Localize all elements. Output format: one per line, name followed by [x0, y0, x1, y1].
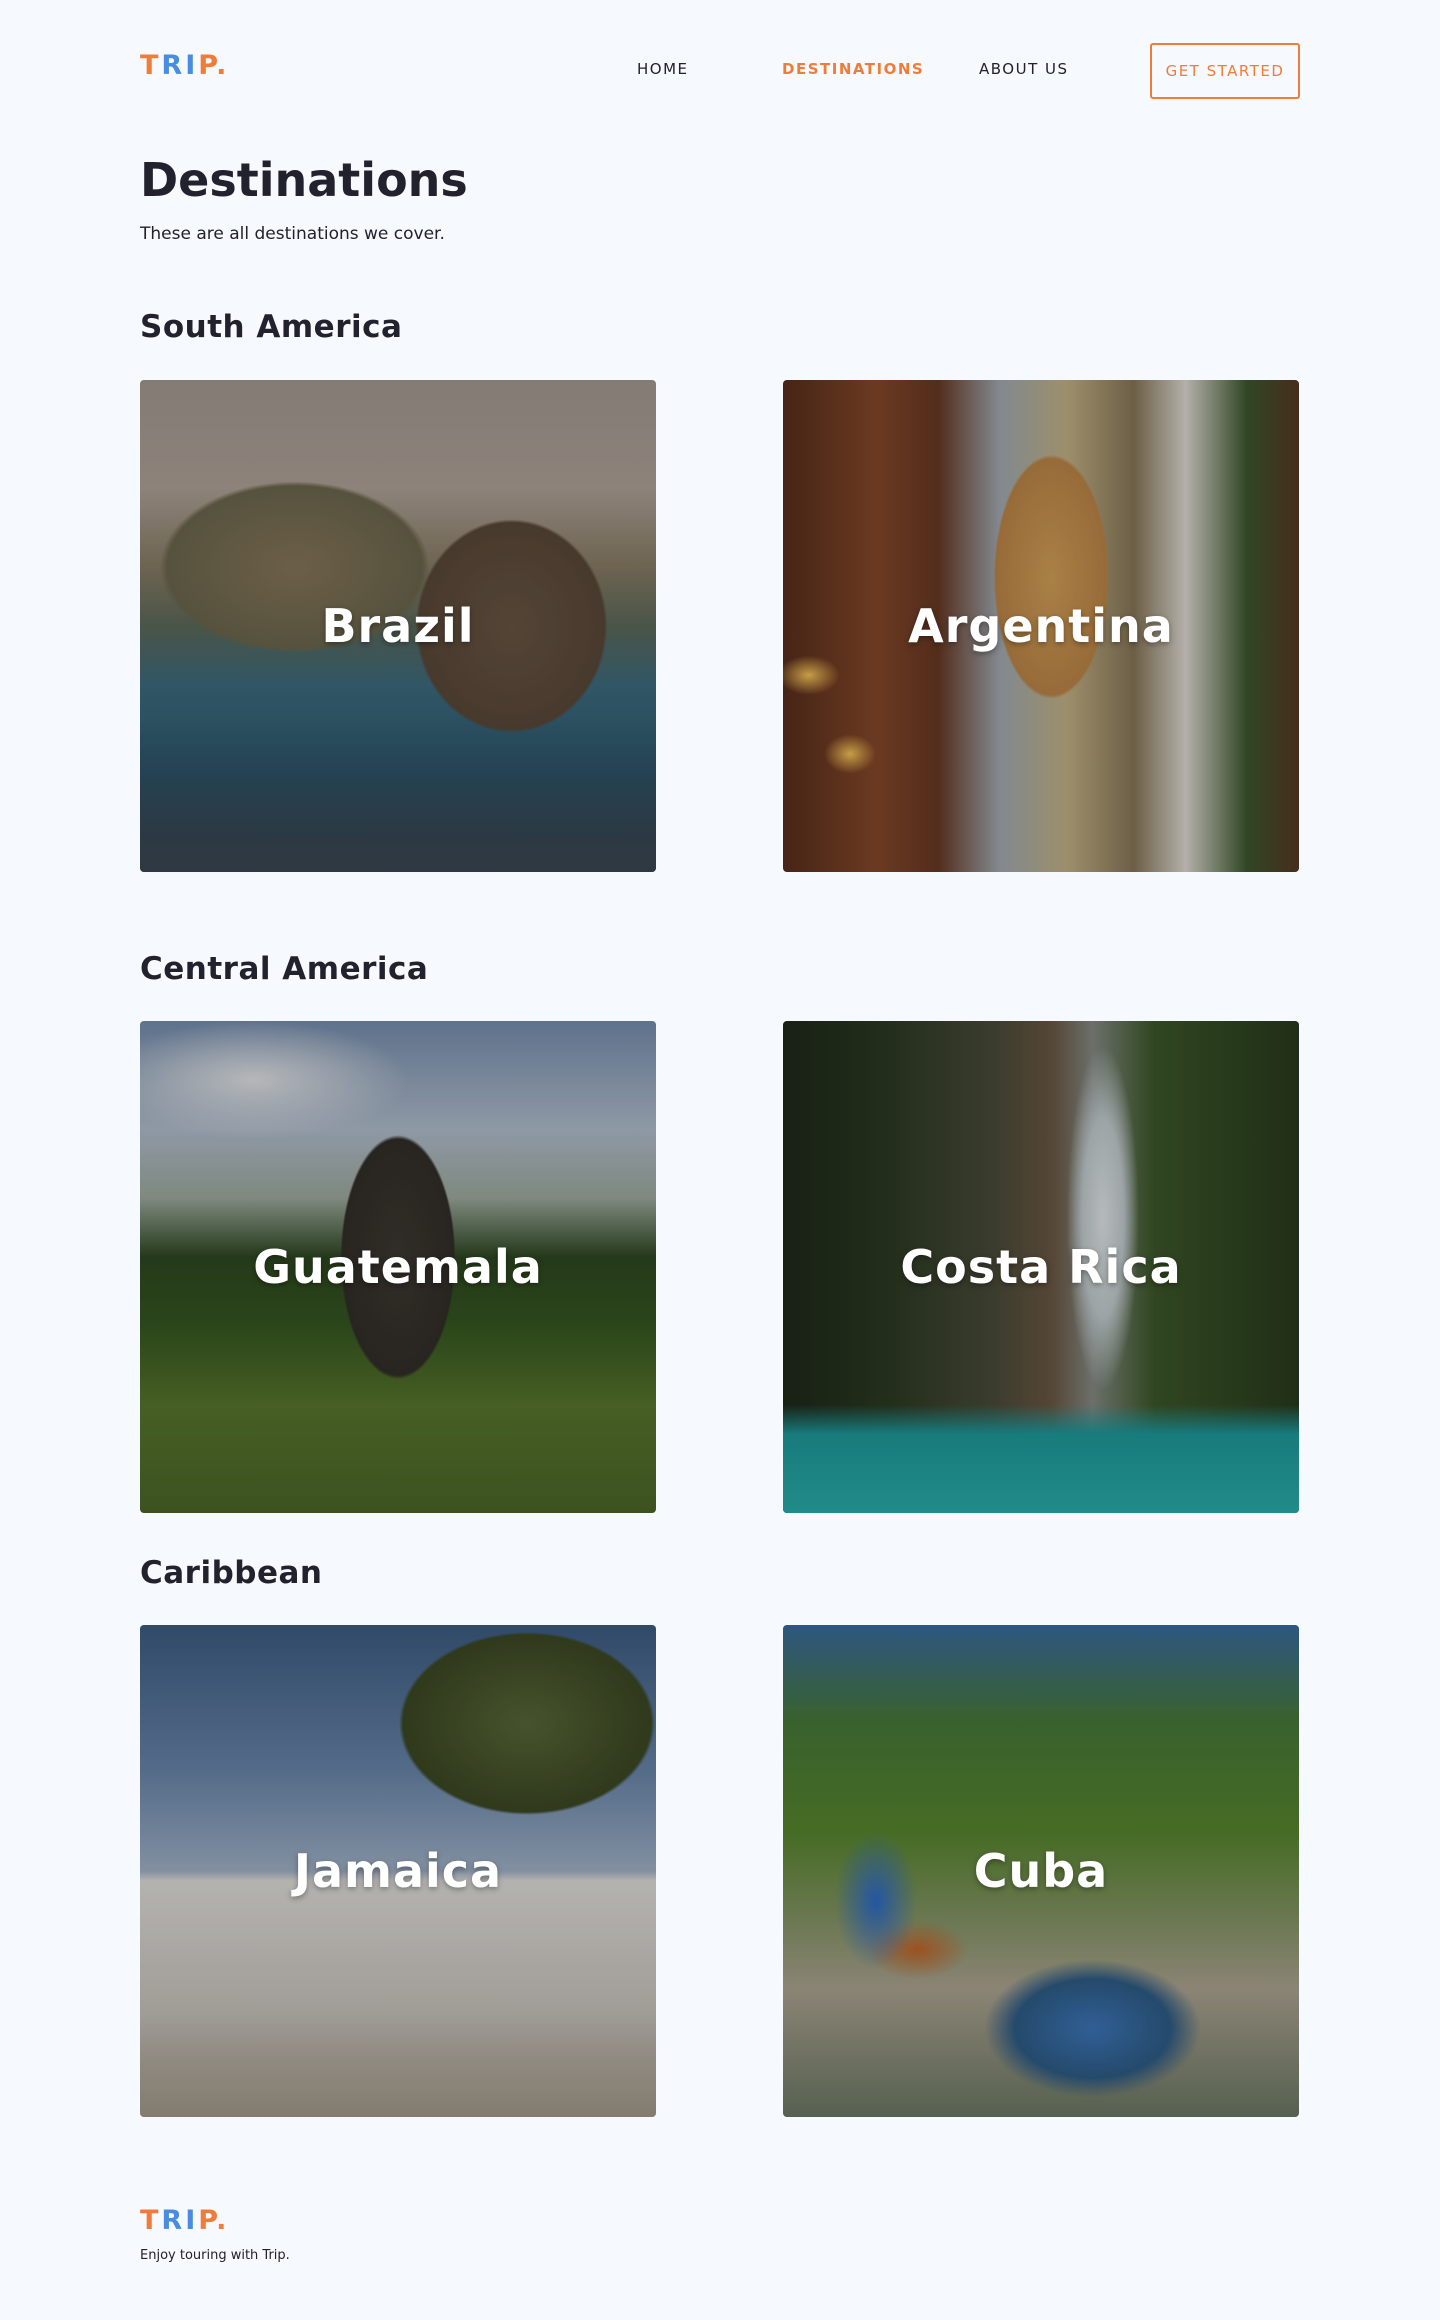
logo-letter: T: [140, 2205, 162, 2236]
destination-card-costa-rica[interactable]: Costa Rica: [783, 1021, 1299, 1513]
logo-letter: P: [198, 2205, 217, 2236]
nav-about-us[interactable]: ABOUT US: [979, 60, 1069, 78]
logo-letter: R: [161, 50, 186, 81]
get-started-button[interactable]: GET STARTED: [1150, 43, 1300, 99]
page-title: Destinations: [140, 153, 468, 207]
logo-letter: P: [198, 50, 217, 81]
page-subtitle: These are all destinations we cover.: [140, 224, 445, 244]
region-title-caribbean: Caribbean: [140, 1555, 323, 1591]
destination-name: Guatemala: [253, 1240, 543, 1294]
destination-card-cuba[interactable]: Cuba: [783, 1625, 1299, 2117]
destination-name: Brazil: [321, 599, 475, 653]
region-title-central-america: Central America: [140, 951, 429, 987]
logo[interactable]: TRIP.: [140, 50, 229, 81]
destination-name: Argentina: [908, 599, 1174, 653]
logo-letter: R: [161, 2205, 186, 2236]
logo-dot: .: [216, 2205, 230, 2236]
destination-card-guatemala[interactable]: Guatemala: [140, 1021, 656, 1513]
logo-letter: I: [185, 2205, 199, 2236]
destination-card-brazil[interactable]: Brazil: [140, 380, 656, 872]
nav-destinations[interactable]: DESTINATIONS: [782, 60, 924, 78]
nav-home[interactable]: HOME: [637, 60, 689, 78]
logo-letter: I: [185, 50, 199, 81]
destination-name: Costa Rica: [900, 1240, 1182, 1294]
destination-card-jamaica[interactable]: Jamaica: [140, 1625, 656, 2117]
logo-letter: T: [140, 50, 162, 81]
logo-dot: .: [216, 50, 230, 81]
region-title-south-america: South America: [140, 309, 403, 345]
footer-tagline: Enjoy touring with Trip.: [140, 2248, 290, 2263]
destination-name: Jamaica: [293, 1844, 503, 1898]
footer-logo[interactable]: TRIP.: [140, 2205, 229, 2236]
destination-name: Cuba: [973, 1844, 1109, 1898]
destination-card-argentina[interactable]: Argentina: [783, 380, 1299, 872]
